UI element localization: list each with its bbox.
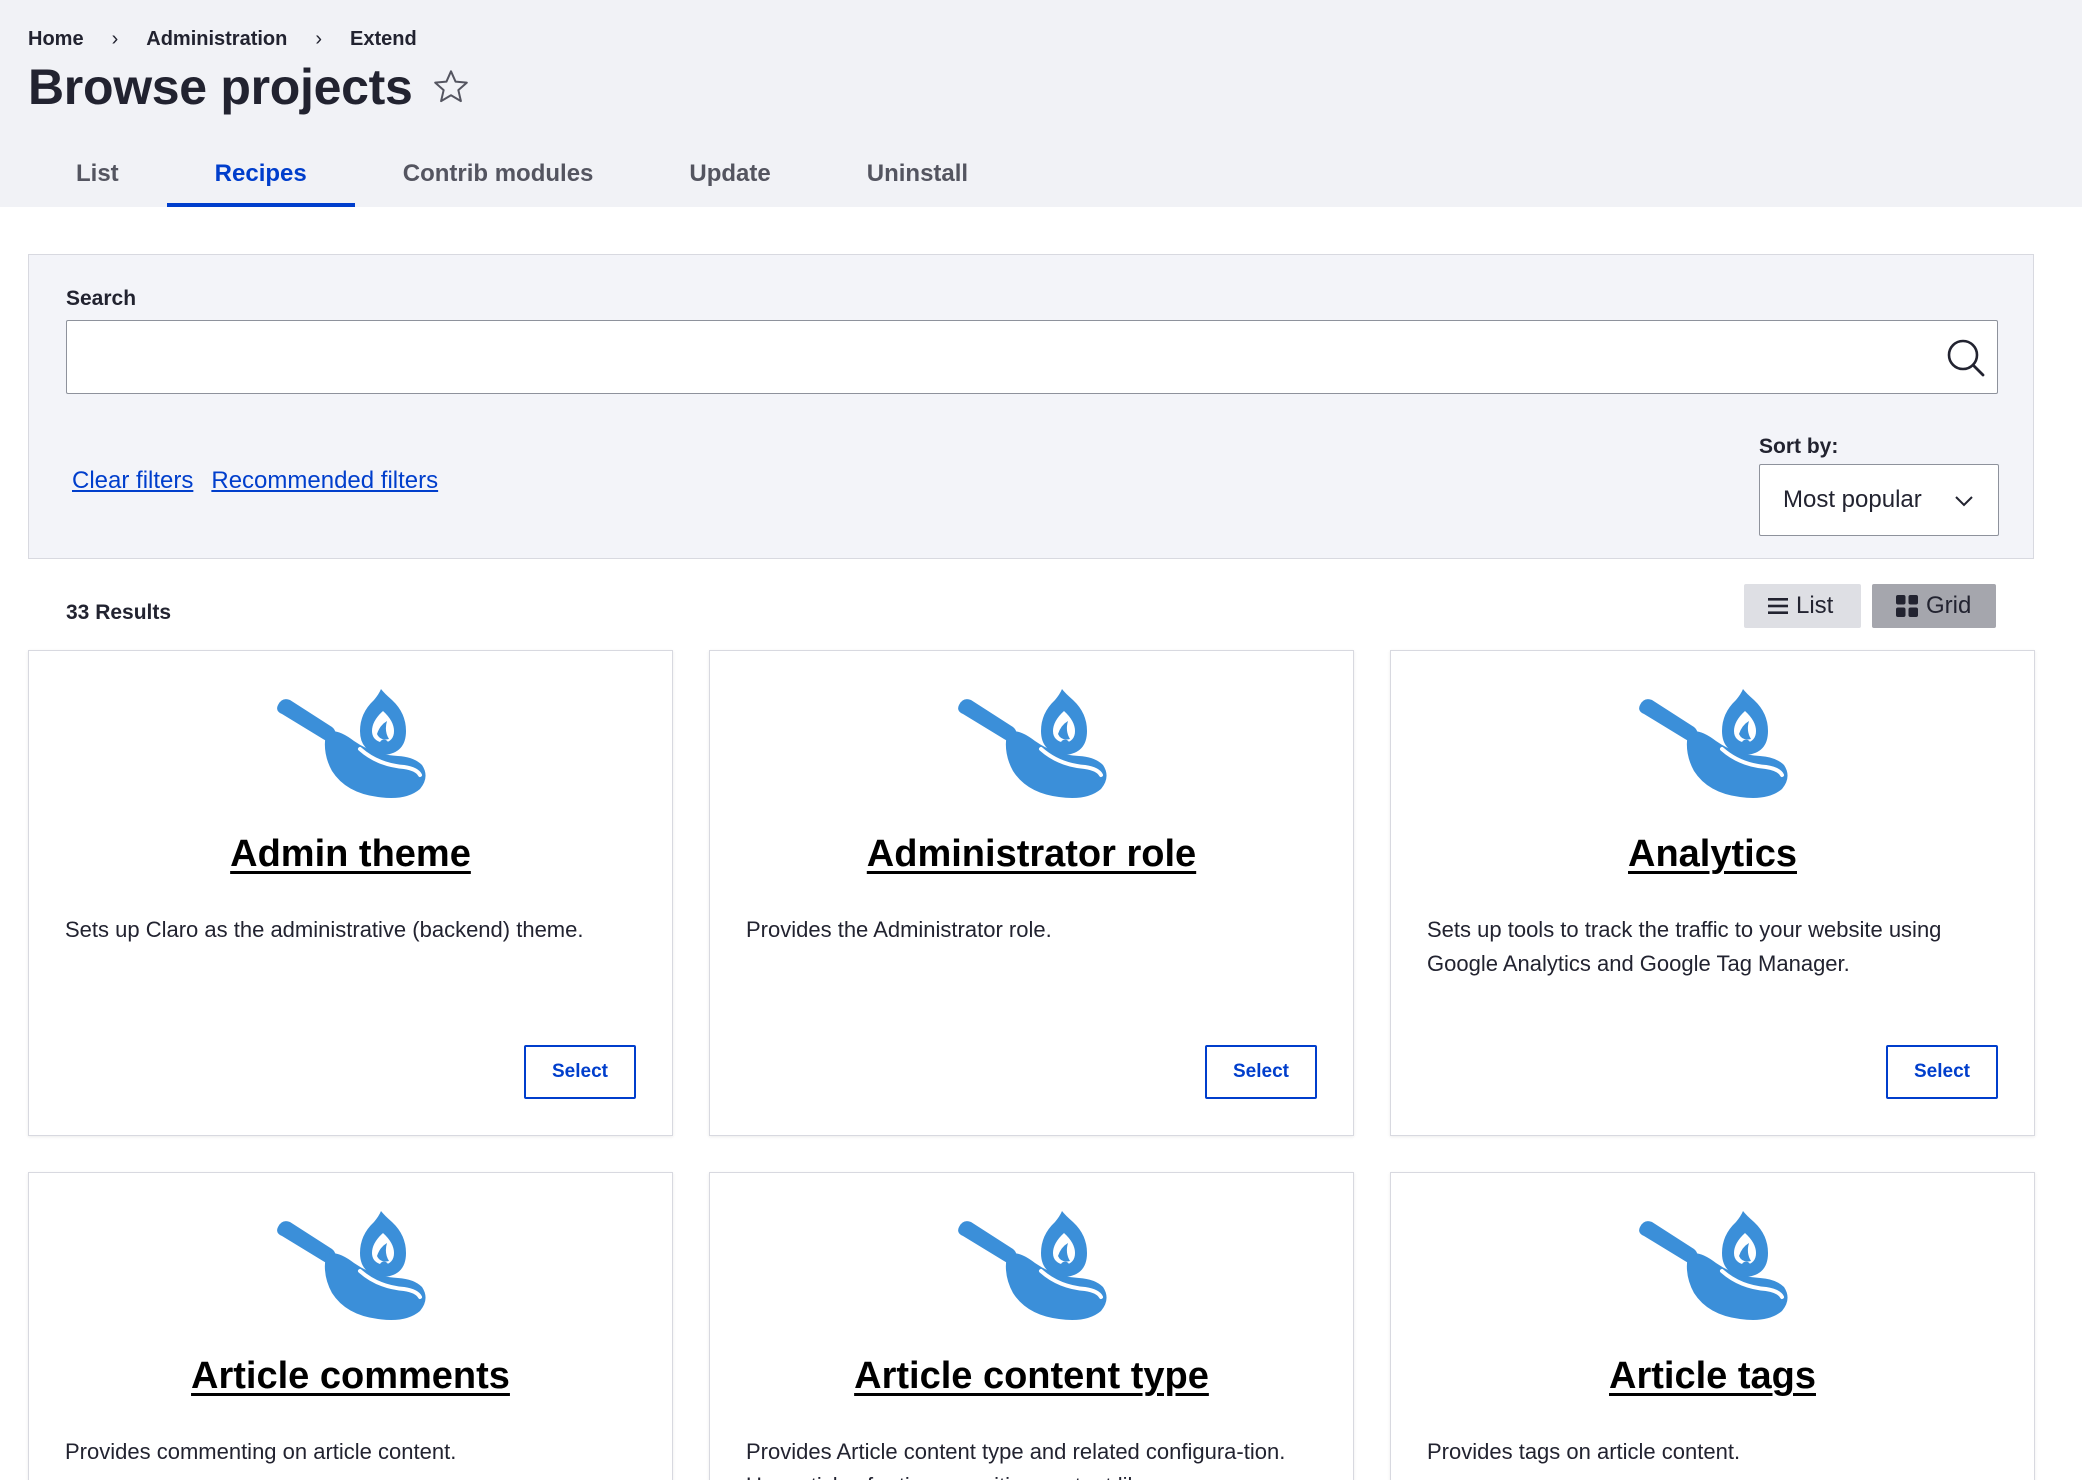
- recipe-title-link[interactable]: Article tags: [1391, 1355, 2034, 1398]
- sort-select[interactable]: Most popular: [1759, 464, 1999, 536]
- recipe-description: Provides the Administrator role.: [746, 917, 1052, 942]
- breadcrumb-administration[interactable]: Administration: [146, 28, 287, 51]
- select-button[interactable]: Select: [524, 1045, 636, 1099]
- breadcrumb-home[interactable]: Home: [28, 28, 84, 51]
- recipe-title-link[interactable]: Analytics: [1391, 833, 2034, 876]
- recipe-pan-drop-icon: [274, 687, 428, 799]
- recipe-title-link[interactable]: Article comments: [29, 1355, 672, 1398]
- select-button[interactable]: Select: [1205, 1045, 1317, 1099]
- tab-list[interactable]: List: [28, 143, 167, 207]
- recipe-card: Administrator role Provides the Administ…: [709, 650, 1354, 1136]
- recipe-description: Provides commenting on article content.: [65, 1439, 457, 1464]
- search-input[interactable]: [67, 321, 1997, 393]
- tab-uninstall[interactable]: Uninstall: [819, 143, 1016, 207]
- breadcrumb: Home › Administration › Extend: [28, 28, 417, 51]
- list-view-button[interactable]: List: [1744, 584, 1861, 628]
- grid-view-label: Grid: [1926, 592, 1972, 619]
- list-view-label: List: [1796, 592, 1834, 619]
- clear-filters-link[interactable]: Clear filters: [72, 467, 193, 495]
- recipe-description: Provides Article content type and relate…: [746, 1439, 1286, 1480]
- breadcrumb-separator-icon: ›: [315, 28, 323, 50]
- filter-links: Clear filters Recommended filters: [72, 467, 438, 495]
- results-count: 33 Results: [66, 601, 172, 624]
- sort-selected-value: Most popular: [1783, 486, 1922, 513]
- chevron-down-icon: [1955, 496, 1973, 507]
- recipe-pan-drop-icon: [955, 1209, 1109, 1321]
- recommended-filters-link[interactable]: Recommended filters: [211, 467, 438, 495]
- recipe-title-link[interactable]: Article content type: [710, 1355, 1353, 1398]
- sort-label: Sort by:: [1759, 435, 1839, 458]
- recipe-description: Sets up Claro as the administrative (bac…: [65, 917, 584, 942]
- primary-tabs: List Recipes Contrib modules Update Unin…: [28, 143, 1016, 207]
- star-outline-icon[interactable]: [431, 67, 471, 107]
- view-toggle: List Grid: [1744, 584, 1996, 628]
- recipe-pan-drop-icon: [1636, 1209, 1790, 1321]
- magnifier-icon[interactable]: [1943, 335, 1989, 381]
- search-box: [66, 320, 1998, 394]
- recipe-description: Provides tags on article content.: [1427, 1439, 1741, 1464]
- tab-recipes[interactable]: Recipes: [166, 143, 355, 207]
- recipe-pan-drop-icon: [274, 1209, 428, 1321]
- recipe-card: Article tags Provides tags on article co…: [1390, 1172, 2035, 1480]
- title-row: Browse projects: [28, 58, 471, 116]
- breadcrumb-separator-icon: ›: [111, 28, 119, 50]
- tab-update[interactable]: Update: [641, 143, 818, 207]
- recipe-card: Article content type Provides Article co…: [709, 1172, 1354, 1480]
- recipe-card: Analytics Sets up tools to track the tra…: [1390, 650, 2035, 1136]
- recipe-title-link[interactable]: Admin theme: [29, 833, 672, 876]
- search-label: Search: [66, 287, 137, 310]
- breadcrumb-extend[interactable]: Extend: [350, 28, 417, 51]
- tab-contrib-modules[interactable]: Contrib modules: [355, 143, 642, 207]
- select-button[interactable]: Select: [1886, 1045, 1998, 1099]
- recipe-pan-drop-icon: [955, 687, 1109, 799]
- recipe-description: Sets up tools to track the traffic to yo…: [1427, 917, 1942, 976]
- list-icon: [1768, 598, 1788, 614]
- filters-panel: Search Clear filters Recommended filters…: [28, 254, 2034, 559]
- recipe-pan-drop-icon: [1636, 687, 1790, 799]
- recipe-title-link[interactable]: Administrator role: [710, 833, 1353, 876]
- grid-view-button[interactable]: Grid: [1872, 584, 1996, 628]
- page-title: Browse projects: [28, 59, 413, 115]
- page-header: Home › Administration › Extend Browse pr…: [0, 0, 2082, 207]
- grid-icon: [1896, 595, 1918, 617]
- recipe-card: Article comments Provides commenting on …: [28, 1172, 673, 1480]
- recipe-card: Admin theme Sets up Claro as the adminis…: [28, 650, 673, 1136]
